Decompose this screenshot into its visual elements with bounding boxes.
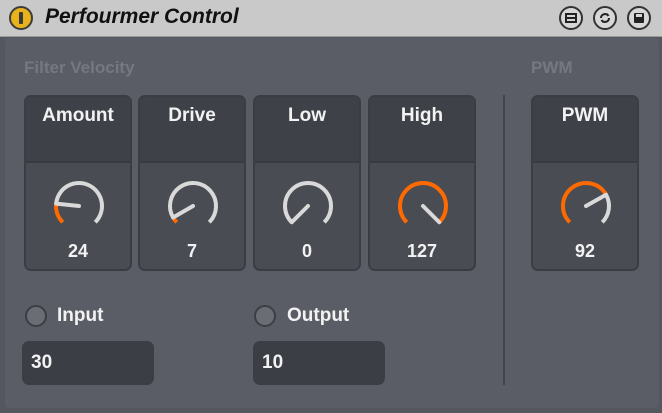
input-label: Input [57, 305, 104, 326]
input-number-box[interactable]: 30 [22, 341, 154, 385]
knob-pointer [54, 201, 81, 208]
knob-header: Low [255, 97, 359, 163]
hot-swap-icon[interactable] [593, 6, 617, 30]
knob-pointer [421, 204, 442, 225]
pwm-section-label: PWM [531, 58, 573, 77]
knob-value: 24 [67, 241, 89, 261]
knob-header: PWM [533, 97, 637, 163]
input-toggle[interactable] [25, 305, 47, 327]
fold-icon[interactable] [559, 6, 583, 30]
low-knob[interactable]: Low 0 [253, 95, 361, 271]
power-toggle-icon[interactable] [9, 6, 33, 30]
knob-header: High [370, 97, 474, 163]
knob-track-arc [283, 181, 333, 224]
device-window: Perfourmer Control Filter Velocity PWM A… [0, 0, 662, 413]
knob-value-arc [561, 181, 608, 224]
low-dial[interactable] [279, 177, 337, 235]
knob-value-arc [398, 181, 448, 224]
knob-header: Amount [26, 97, 130, 163]
knob-value: 7 [186, 241, 197, 261]
knob-track-arc [600, 193, 611, 224]
knob-value: 0 [301, 241, 312, 261]
high-knob[interactable]: High 127 [368, 95, 476, 271]
pwm-knob[interactable]: PWM 92 [531, 95, 639, 271]
output-label: Output [287, 305, 350, 326]
knob-label: Amount [42, 105, 114, 126]
knob-label: High [400, 105, 444, 126]
pwm-dial[interactable] [557, 177, 615, 235]
high-dial[interactable] [394, 177, 452, 235]
knob-header: Drive [140, 97, 244, 163]
knob-label: Drive [168, 105, 216, 126]
knob-value: 127 [406, 241, 438, 261]
knob-pointer [289, 204, 310, 225]
title-bar: Perfourmer Control [0, 0, 662, 37]
section-divider [503, 95, 505, 385]
knob-label: PWM [561, 105, 609, 126]
knob-label: Low [288, 105, 326, 126]
drive-knob[interactable]: Drive 7 [138, 95, 246, 271]
knob-pointer [584, 192, 609, 208]
output-toggle[interactable] [254, 305, 276, 327]
amount-dial[interactable] [50, 177, 108, 235]
device-title: Perfourmer Control [45, 5, 239, 28]
amount-knob[interactable]: Amount 24 [24, 95, 132, 271]
knob-value: 92 [574, 241, 596, 261]
save-icon[interactable] [627, 6, 651, 30]
output-number-box[interactable]: 10 [253, 341, 385, 385]
filter-velocity-label: Filter Velocity [24, 58, 135, 77]
knob-value-arc [54, 203, 65, 224]
drive-dial[interactable] [164, 177, 222, 235]
knob-pointer [171, 204, 195, 220]
